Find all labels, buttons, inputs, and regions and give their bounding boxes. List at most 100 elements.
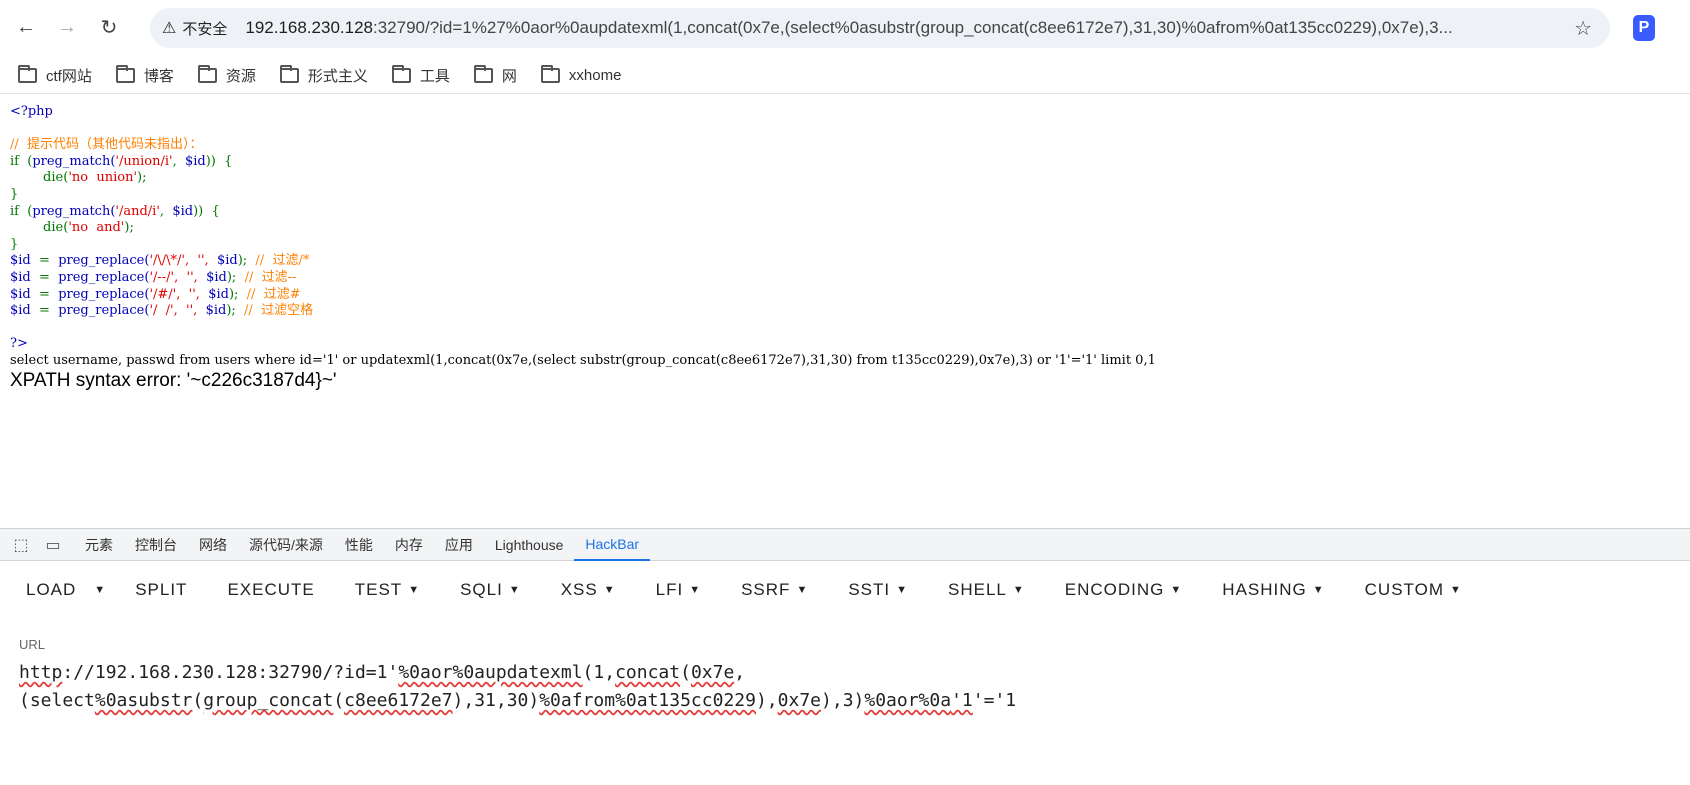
- address-url[interactable]: 192.168.230.128:32790/?id=1%27%0aor%0aup…: [245, 18, 1575, 38]
- tab-memory[interactable]: 内存: [384, 529, 434, 561]
- code-variable: $id: [184, 153, 206, 169]
- code-punct: }: [10, 236, 19, 252]
- devtools-tab-bar: ⬚ ▭ 元素 控制台 网络 源代码/来源 性能 内存 应用 Lighthouse…: [0, 529, 1690, 561]
- code-punct: ,: [172, 153, 185, 169]
- bookmark-folder[interactable]: 博客: [115, 65, 174, 86]
- folder-icon: [391, 65, 411, 83]
- tab-application[interactable]: 应用: [434, 529, 484, 561]
- chevron-down-icon: ▼: [408, 584, 421, 596]
- url-segment: %0afrom%0at135cc0229: [539, 690, 756, 711]
- code-variable: $id: [10, 286, 31, 302]
- code-function: preg_replace(: [58, 253, 150, 269]
- code-comment: // 过滤#: [246, 286, 301, 302]
- device-toolbar-icon[interactable]: ▭: [42, 534, 64, 556]
- address-bar[interactable]: ⚠ 不安全 192.168.230.128:32790/?id=1%27%0ao…: [150, 8, 1610, 48]
- bookmark-folder[interactable]: 网: [473, 65, 517, 86]
- bookmark-label: xxhome: [568, 67, 622, 84]
- hackbar-url-input[interactable]: http://192.168.230.128:32790/?id=1'%0aor…: [19, 659, 1669, 715]
- devtools-panel: ⬚ ▭ 元素 控制台 网络 源代码/来源 性能 内存 应用 Lighthouse…: [0, 528, 1690, 785]
- ssrf-label: SSRF: [741, 580, 791, 599]
- ssrf-menu[interactable]: SSRF ▼: [741, 580, 808, 600]
- code-punct: )) {: [193, 203, 220, 219]
- url-field-label: URL: [19, 637, 46, 652]
- url-segment: %0asubstr: [94, 690, 193, 711]
- chevron-down-icon: ▼: [689, 584, 702, 596]
- code-keyword: if (: [10, 153, 33, 169]
- shell-label: SHELL: [948, 580, 1007, 599]
- code-comment: // 提示代码（其他代码未指出）：: [10, 137, 203, 153]
- sql-query-output: select username, passwd from users where…: [10, 352, 1156, 368]
- code-function: die(: [10, 170, 69, 186]
- bookmark-star-icon[interactable]: ☆: [1574, 16, 1592, 41]
- sqli-label: SQLI: [460, 580, 503, 599]
- tab-lighthouse[interactable]: Lighthouse: [484, 529, 575, 561]
- tab-console[interactable]: 控制台: [124, 529, 188, 561]
- code-punct: =: [30, 253, 59, 269]
- bookmark-folder[interactable]: 工具: [391, 65, 450, 86]
- chevron-down-icon: ▼: [896, 584, 909, 596]
- code-variable: $id: [10, 303, 31, 319]
- encoding-menu[interactable]: ENCODING ▼: [1065, 580, 1183, 600]
- code-punct: );: [228, 286, 247, 302]
- back-arrow-icon[interactable]: ←: [11, 12, 41, 42]
- shell-menu[interactable]: SHELL ▼: [948, 580, 1025, 600]
- sqli-menu[interactable]: SQLI ▼: [460, 580, 521, 600]
- url-segment: 0x7e: [777, 690, 822, 711]
- bookmark-folder[interactable]: ctf网站: [18, 65, 92, 86]
- chevron-down-icon: ▼: [1450, 584, 1462, 596]
- tab-elements[interactable]: 元素: [74, 529, 124, 561]
- execute-label: EXECUTE: [227, 580, 315, 599]
- code-punct: );: [226, 303, 245, 319]
- tab-sources[interactable]: 源代码/来源: [238, 529, 334, 561]
- custom-menu[interactable]: CUSTOM ▼: [1365, 580, 1462, 600]
- code-string: 'no union': [68, 170, 138, 186]
- code-function: preg_replace(: [58, 269, 150, 285]
- code-string: '/union/i': [115, 153, 173, 169]
- url-segment: concat: [615, 662, 681, 683]
- url-segment: (: [192, 690, 204, 711]
- code-variable: $id: [10, 253, 31, 269]
- bookmark-folder[interactable]: 资源: [197, 65, 256, 86]
- lfi-menu[interactable]: LFI ▼: [656, 580, 701, 600]
- code-punct: );: [137, 170, 147, 186]
- code-comment: // 过滤/*: [255, 253, 310, 269]
- test-menu[interactable]: TEST ▼: [355, 580, 420, 600]
- url-segment: '1: [951, 690, 973, 711]
- split-label: SPLIT: [135, 580, 188, 599]
- inspect-element-icon[interactable]: ⬚: [10, 534, 32, 556]
- url-segment: ),3): [821, 690, 865, 711]
- extension-icon[interactable]: P: [1633, 15, 1655, 41]
- browser-toolbar: ← → ↻ ⚠ 不安全 192.168.230.128:32790/?id=1%…: [0, 0, 1690, 54]
- chevron-down-icon: ▼: [1312, 584, 1325, 596]
- folder-icon: [473, 65, 493, 83]
- hashing-menu[interactable]: HASHING ▼: [1222, 580, 1324, 600]
- code-string: 'no and': [68, 220, 125, 236]
- forward-arrow-icon[interactable]: →: [52, 12, 82, 42]
- split-button[interactable]: SPLIT: [135, 580, 187, 600]
- code-punct: =: [30, 303, 59, 319]
- bookmark-folder[interactable]: xxhome: [540, 65, 622, 84]
- code-punct: );: [226, 269, 245, 285]
- encoding-label: ENCODING: [1064, 580, 1165, 599]
- tab-network[interactable]: 网络: [188, 529, 238, 561]
- tab-hackbar[interactable]: HackBar: [574, 529, 651, 561]
- execute-button[interactable]: EXECUTE: [227, 580, 314, 600]
- chevron-down-icon: ▼: [603, 584, 616, 596]
- load-dropdown-chevron-icon[interactable]: ▼: [94, 584, 105, 596]
- code-comment: // 过滤--: [244, 269, 297, 285]
- code-punct: }: [10, 186, 19, 202]
- ssti-menu[interactable]: SSTI ▼: [848, 580, 908, 600]
- xss-label: XSS: [560, 580, 598, 599]
- reload-icon[interactable]: ↻: [94, 12, 124, 42]
- insecure-label: 不安全: [182, 20, 228, 38]
- url-segment: (: [333, 690, 345, 711]
- tab-performance[interactable]: 性能: [334, 529, 384, 561]
- xss-menu[interactable]: XSS ▼: [561, 580, 616, 600]
- insecure-badge[interactable]: ⚠ 不安全: [162, 18, 227, 39]
- url-host: 192.168.230.128: [245, 18, 373, 37]
- url-segment: c8ee6172e7: [344, 690, 453, 711]
- load-button[interactable]: LOAD: [26, 580, 76, 600]
- test-label: TEST: [354, 580, 403, 599]
- code-function: preg_replace(: [58, 303, 150, 319]
- bookmark-folder[interactable]: 形式主义: [279, 65, 368, 86]
